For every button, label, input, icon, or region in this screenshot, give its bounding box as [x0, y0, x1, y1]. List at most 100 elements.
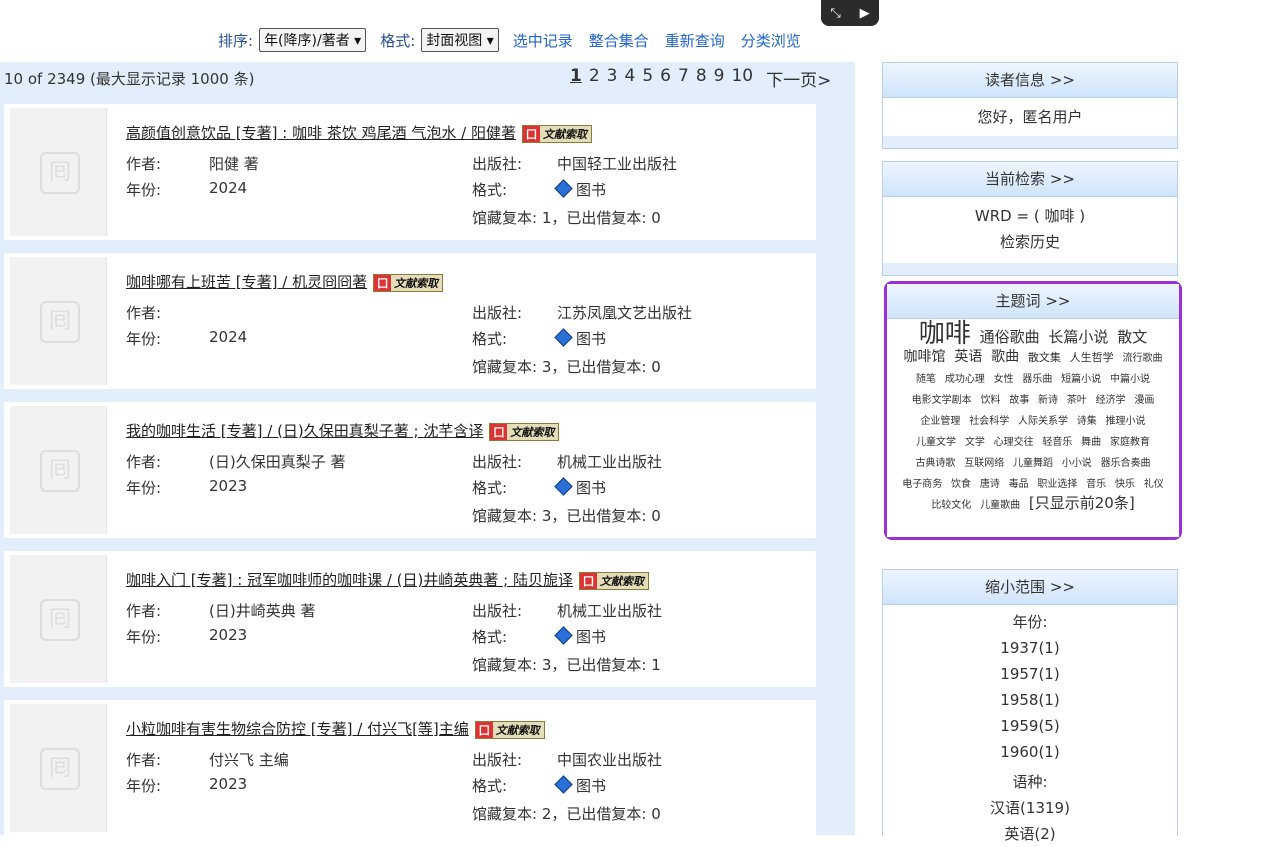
video-play-icon[interactable]: ▶ [860, 6, 870, 21]
search-history-link[interactable]: 检索历史 [883, 229, 1177, 255]
subject-term-link[interactable]: 散文集 [1028, 351, 1061, 364]
page-link[interactable]: 7 [678, 66, 689, 91]
subject-term-link[interactable]: 人生哲学 [1070, 351, 1114, 364]
language-facet-item[interactable]: 英语(2) [883, 821, 1177, 847]
record-title[interactable]: 小粒咖啡有害生物综合防控 [专著] / 付兴飞[等]主编囗文献索取 [126, 718, 545, 739]
subject-term-link[interactable]: 经济学 [1096, 395, 1126, 406]
subject-term-link[interactable]: 互联网络 [964, 458, 1004, 469]
subject-term-link[interactable]: 企业管理 [920, 416, 960, 427]
subject-term-link[interactable]: 长篇小说 [1048, 328, 1108, 346]
subject-term-link[interactable]: 成功心理 [945, 374, 985, 385]
subject-term-link[interactable]: 职业选择 [1037, 479, 1077, 490]
subject-term-link[interactable]: 儿童文学 [916, 437, 956, 448]
current-search-header[interactable]: 当前检索 >> [883, 162, 1177, 197]
browse-categories-link[interactable]: 分类浏览 [741, 30, 801, 51]
subject-term-link[interactable]: 轻音乐 [1042, 437, 1072, 448]
subject-term-link[interactable]: 流行歌曲 [1122, 353, 1162, 364]
page-link[interactable]: 4 [625, 66, 636, 91]
book-cover-placeholder[interactable]: 囘 [10, 108, 107, 236]
subject-term-link[interactable]: 家庭教育 [1110, 437, 1150, 448]
document-request-button[interactable]: 囗文献索取 [373, 273, 444, 292]
year-facet-item[interactable]: 1960(1) [883, 739, 1177, 765]
page-link[interactable]: 6 [660, 66, 671, 91]
subject-term-link[interactable]: 电影文学剧本 [912, 395, 972, 406]
subject-term-link[interactable]: 短篇小说 [1061, 374, 1101, 385]
exit-fullscreen-icon[interactable]: ⤡ [830, 6, 840, 21]
year-facet-item[interactable]: 1957(1) [883, 661, 1177, 687]
subject-term-link[interactable]: 毒品 [1009, 479, 1029, 490]
year-facet-item[interactable]: 1959(5) [883, 713, 1177, 739]
year-facet-item[interactable]: 1958(1) [883, 687, 1177, 713]
subject-term-link[interactable]: 小小说 [1062, 458, 1092, 469]
document-request-button[interactable]: 囗文献索取 [578, 571, 649, 590]
subject-term-link[interactable]: 歌曲 [991, 349, 1019, 365]
subject-term-link[interactable]: 故事 [1009, 395, 1029, 406]
requery-link[interactable]: 重新查询 [665, 30, 725, 51]
subject-term-link[interactable]: 心理交往 [994, 437, 1034, 448]
page-link[interactable]: 8 [696, 66, 707, 91]
subject-term-link[interactable]: 中篇小说 [1110, 374, 1150, 385]
page-link[interactable]: 1 [570, 66, 582, 91]
page-link[interactable]: 2 [589, 66, 600, 91]
subject-term-link[interactable]: 器乐合奏曲 [1101, 458, 1151, 469]
subject-term-link[interactable]: 电子商务 [902, 479, 942, 490]
subject-term-link[interactable]: 茶叶 [1067, 395, 1087, 406]
next-page-link[interactable]: 下一页> [766, 66, 831, 91]
subject-term-link[interactable]: 人际关系学 [1018, 416, 1068, 427]
page-link[interactable]: 5 [642, 66, 653, 91]
record-title[interactable]: 咖啡哪有上班苦 [专著] / 机灵冏冏著囗文献索取 [126, 271, 444, 292]
selected-records-link[interactable]: 选中记录 [513, 30, 573, 51]
book-cover-placeholder[interactable]: 囘 [10, 555, 107, 683]
document-request-button[interactable]: 囗文献索取 [474, 720, 545, 739]
sort-select[interactable]: 年(降序)/著者 ▾ [259, 28, 367, 52]
record-title[interactable]: 高颜值创意饮品 [专著] : 咖啡 茶饮 鸡尾酒 气泡水 / 阳健著囗文献索取 [126, 122, 592, 143]
language-facet-item[interactable]: 汉语(1319) [883, 795, 1177, 821]
merge-set-link[interactable]: 整合集合 [589, 30, 649, 51]
subject-term-link[interactable]: 舞曲 [1081, 437, 1101, 448]
subject-term-link[interactable]: 新诗 [1038, 395, 1058, 406]
subject-term-link[interactable]: 快乐 [1115, 479, 1135, 490]
subject-term-link[interactable]: 饮料 [980, 395, 1000, 406]
record-title-link[interactable]: 我的咖啡生活 [专著] / (日)久保田真梨子著 ; 沈芊含译 [126, 422, 483, 440]
subject-term-link[interactable]: 文学 [965, 437, 985, 448]
narrow-range-header[interactable]: 缩小范围 >> [883, 570, 1177, 605]
subject-term-link[interactable]: 通俗歌曲 [980, 328, 1040, 346]
record-title-link[interactable]: 咖啡哪有上班苦 [专著] / 机灵冏冏著 [126, 273, 367, 291]
record-title[interactable]: 我的咖啡生活 [专著] / (日)久保田真梨子著 ; 沈芊含译囗文献索取 [126, 420, 560, 441]
reader-info-header[interactable]: 读者信息 >> [883, 63, 1177, 98]
subject-term-link[interactable]: 比较文化 [931, 500, 971, 511]
subject-more-link[interactable]: [只显示前20条] [1029, 494, 1135, 512]
book-cover-placeholder[interactable]: 囘 [10, 406, 107, 534]
book-cover-placeholder[interactable]: 囘 [10, 704, 107, 832]
document-request-button[interactable]: 囗文献索取 [489, 422, 560, 441]
format-select[interactable]: 封面视图 ▾ [421, 28, 499, 52]
subject-term-link[interactable]: 儿童舞蹈 [1013, 458, 1053, 469]
subject-term-link[interactable]: 儿童歌曲 [980, 500, 1020, 511]
subject-term-link[interactable]: 咖啡馆 [904, 349, 946, 365]
subject-terms-header[interactable]: 主题词 >> [887, 284, 1179, 319]
subject-term-link[interactable]: 礼仪 [1144, 479, 1164, 490]
subject-term-link[interactable]: 诗集 [1077, 416, 1097, 427]
subject-term-link[interactable]: 咖啡 [919, 319, 971, 349]
document-request-button[interactable]: 囗文献索取 [521, 124, 592, 143]
subject-term-link[interactable]: 随笔 [916, 374, 936, 385]
screen-overlay-controls[interactable]: ⤡ ▶ [821, 0, 879, 26]
subject-term-link[interactable]: 器乐曲 [1022, 374, 1052, 385]
page-link[interactable]: 9 [714, 66, 725, 91]
subject-term-link[interactable]: 推理小说 [1106, 416, 1146, 427]
subject-term-link[interactable]: 社会科学 [969, 416, 1009, 427]
subject-term-link[interactable]: 音乐 [1086, 479, 1106, 490]
record-title-link[interactable]: 高颜值创意饮品 [专著] : 咖啡 茶饮 鸡尾酒 气泡水 / 阳健著 [126, 124, 516, 142]
page-link[interactable]: 3 [607, 66, 618, 91]
subject-term-link[interactable]: 英语 [954, 349, 982, 365]
subject-term-link[interactable]: 女性 [994, 374, 1014, 385]
subject-term-link[interactable]: 唐诗 [980, 479, 1000, 490]
page-link[interactable]: 10 [731, 66, 753, 91]
subject-term-link[interactable]: 古典诗歌 [915, 458, 955, 469]
subject-term-link[interactable]: 散文 [1117, 328, 1147, 346]
year-facet-item[interactable]: 1937(1) [883, 635, 1177, 661]
subject-term-link[interactable]: 漫画 [1134, 395, 1154, 406]
record-title-link[interactable]: 小粒咖啡有害生物综合防控 [专著] / 付兴飞[等]主编 [126, 720, 469, 738]
record-title[interactable]: 咖啡入门 [专著] : 冠军咖啡师的咖啡课 / (日)井崎英典著 ; 陆贝旎译囗… [126, 569, 649, 590]
record-title-link[interactable]: 咖啡入门 [专著] : 冠军咖啡师的咖啡课 / (日)井崎英典著 ; 陆贝旎译 [126, 571, 573, 589]
